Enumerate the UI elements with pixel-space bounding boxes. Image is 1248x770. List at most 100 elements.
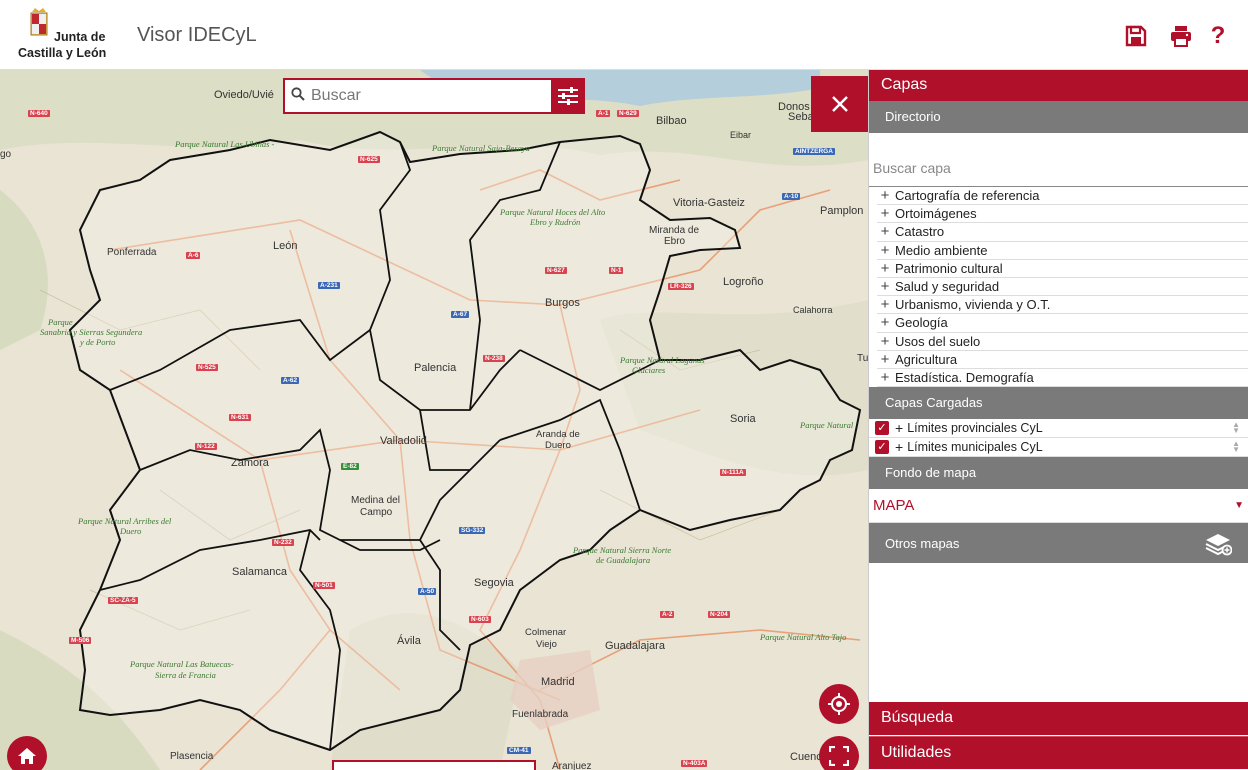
city-label: Bilbao (656, 115, 687, 127)
plus-icon: + (880, 350, 890, 368)
locate-button[interactable] (819, 684, 859, 724)
layers-panel: Capas Directorio Buscar capa + Cartografí… (868, 70, 1248, 770)
fullscreen-button[interactable] (819, 736, 859, 770)
app-title: Visor IDECyL (137, 24, 257, 46)
category-list: + Cartografía de referencia + Ortoimágenes… (869, 187, 1248, 388)
search-icon (285, 87, 311, 105)
road-badge: N-629 (617, 110, 639, 117)
category-item[interactable]: + Salud y seguridad (877, 278, 1248, 297)
map-search-input[interactable]: Buscar (311, 87, 551, 105)
city-label: Eibar (730, 130, 752, 140)
road-badge: N-640 (28, 110, 50, 117)
city-label: Seba (788, 111, 814, 123)
city-label: Segovia (474, 577, 514, 589)
park-label: Ebro y Rudrón (530, 217, 581, 227)
category-item[interactable]: + Patrimonio cultural (877, 260, 1248, 278)
help-button[interactable]: ? (1204, 22, 1232, 50)
city-label: Calahorra (793, 305, 833, 315)
map-canvas[interactable]: Oviedo/Uvié Bilbao Donos Seba Eibar Vito… (0, 70, 868, 770)
city-label: Oviedo/Uvié (214, 89, 274, 101)
print-icon (1171, 26, 1191, 47)
other-maps-label: Otros mapas (885, 535, 960, 551)
close-icon (831, 96, 848, 112)
road-badge: N-122 (195, 443, 217, 450)
logo-text-line2: Castilla y León (18, 46, 107, 60)
basemap-select[interactable]: MAPA ▼ (869, 489, 1248, 524)
category-item[interactable]: + Urbanismo, vivienda y O.T. (877, 296, 1248, 315)
layer-search-input[interactable]: Buscar capa (869, 133, 1248, 187)
category-label: Geología (895, 315, 948, 331)
category-item[interactable]: + Medio ambiente (877, 242, 1248, 260)
loaded-layer-label: Límites provinciales CyL (907, 421, 1043, 436)
loaded-layers-header[interactable]: Capas Cargadas (869, 387, 1248, 420)
utilidades-tab[interactable]: Utilidades (869, 736, 1248, 769)
category-item[interactable]: + Geología (877, 314, 1248, 333)
plus-icon[interactable]: + (895, 420, 903, 436)
print-button[interactable] (1167, 22, 1195, 50)
layer-checkbox[interactable]: ✓ (875, 440, 889, 455)
plus-icon: + (880, 259, 890, 277)
category-item[interactable]: + Ortoimágenes (877, 205, 1248, 224)
city-label: Ebro (664, 236, 686, 247)
city-label: Ávila (397, 635, 421, 647)
park-label: Parque Natural (800, 420, 854, 430)
sort-handle-icon[interactable]: ▲ ▼ (1232, 440, 1240, 454)
close-panel-button[interactable] (811, 76, 868, 132)
road-badge: A-1 (596, 110, 611, 117)
city-label: Miranda de (649, 225, 700, 236)
city-label: Burgos (545, 297, 580, 309)
save-icon (1125, 25, 1147, 47)
city-label: Medina del (351, 495, 400, 506)
save-button[interactable] (1122, 22, 1150, 50)
category-label: Catastro (895, 224, 945, 240)
sliders-icon (558, 87, 578, 105)
plus-icon: + (880, 332, 890, 350)
category-item[interactable]: + Estadística. Demografía (877, 369, 1248, 388)
city-label: Ponferrada (107, 247, 157, 258)
road-badge: A-2 (660, 611, 675, 618)
city-label: Aranjuez (552, 761, 592, 770)
city-label: Palencia (414, 362, 457, 374)
caret-down-icon: ▼ (1234, 500, 1244, 512)
basemap-select-value: MAPA (873, 497, 915, 515)
sort-handle-icon[interactable]: ▲ ▼ (1232, 421, 1240, 435)
loaded-layer-row: ✓ + Límites municipales CyL ▲ ▼ (869, 438, 1248, 458)
city-label: Plasencia (170, 751, 214, 762)
home-button[interactable] (7, 736, 47, 770)
search-filter-button[interactable] (551, 78, 585, 114)
category-item[interactable]: + Usos del suelo (877, 333, 1248, 351)
category-item[interactable]: + Cartografía de referencia (877, 187, 1248, 206)
plus-icon: + (880, 241, 890, 259)
loaded-layer-label: Límites municipales CyL (907, 440, 1043, 455)
other-maps-button[interactable]: Otros mapas (869, 523, 1248, 564)
busqueda-tab[interactable]: Búsqueda (869, 702, 1248, 735)
road-badge: SG-332 (459, 527, 486, 534)
directorio-header[interactable]: Directorio (869, 101, 1248, 133)
road-badge: M-506 (69, 637, 92, 644)
coat-of-arms-icon (30, 8, 48, 36)
city-label: Colmenar (525, 627, 567, 638)
category-label: Cartografía de referencia (895, 188, 1040, 204)
road-badge: N-501 (313, 582, 335, 589)
map-search-box[interactable]: Buscar (283, 78, 585, 114)
road-badge: LR-326 (668, 283, 694, 290)
park-label: Sanabria y Sierras Segundera (40, 327, 143, 337)
park-label: Parque (48, 317, 73, 327)
category-label: Agricultura (895, 351, 958, 367)
road-badge: N-631 (229, 414, 251, 421)
junta-logo[interactable]: Junta de Castilla y León (18, 6, 118, 64)
city-label: Zamora (231, 457, 269, 469)
category-item[interactable]: + Catastro (877, 223, 1248, 242)
road-badge: A-10 (782, 193, 801, 200)
plus-icon[interactable]: + (895, 439, 903, 455)
city-label: Logroño (723, 276, 764, 288)
category-item[interactable]: + Agricultura (877, 351, 1248, 369)
park-label: Sierra de Francia (155, 670, 216, 680)
basemap-header[interactable]: Fondo de mapa (869, 457, 1248, 490)
park-label: Parque Natural Las Batuecas- (130, 659, 234, 669)
category-label: Patrimonio cultural (895, 260, 1003, 276)
layer-checkbox[interactable]: ✓ (875, 421, 889, 436)
park-label: Glaciares (632, 365, 666, 375)
park-label: y de Porto (80, 337, 116, 347)
city-label: Aranda de (536, 429, 580, 440)
